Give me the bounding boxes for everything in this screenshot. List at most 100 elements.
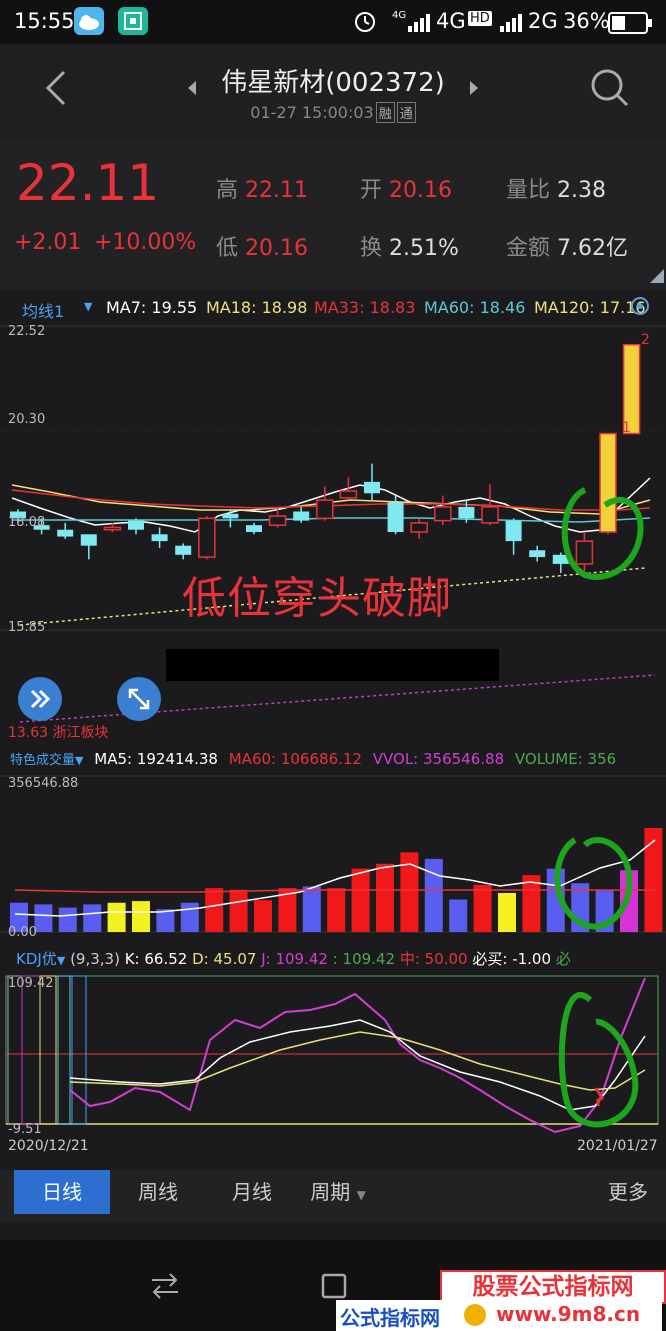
candle-body: [128, 520, 144, 530]
volume-vvol: VVOL: 356546.88: [372, 750, 505, 768]
ma-legend: 均线1 ▼ MA7: 19.55 MA18: 18.98 MA33: 18.83…: [0, 290, 666, 324]
kdj-axis-top: 109.42: [8, 976, 54, 991]
tab-day[interactable]: 日线: [14, 1170, 110, 1214]
volume-axis-bottom: 0.00: [8, 925, 37, 940]
kdj-extra: : 109.42: [332, 950, 396, 968]
kdj-d: D: 45.07: [192, 950, 257, 968]
kdj-mid: 中: 50.00: [399, 950, 468, 968]
candle-body: [246, 525, 262, 533]
expand-arrows-icon: [128, 688, 150, 710]
date-end: 2021/01/27: [577, 1138, 658, 1154]
low-label: 低: [216, 236, 239, 261]
next-stock-icon[interactable]: [468, 80, 480, 100]
volume-bar: [376, 863, 394, 932]
volume-bar: [107, 902, 126, 932]
price-axis-low: 18.08: [8, 515, 46, 530]
switch-app-icon[interactable]: [150, 1272, 180, 1304]
volume-bar: [34, 904, 53, 932]
ma33-value: MA33: 18.83: [314, 298, 416, 317]
candle-body: [57, 529, 74, 537]
tab-more[interactable]: 更多: [596, 1170, 660, 1214]
watermark-top: 股票公式指标网: [440, 1270, 666, 1304]
double-chevron-icon: [30, 689, 51, 709]
kdj-d-line: [69, 1031, 646, 1091]
kdj-params: (9,3,3): [70, 950, 120, 968]
open-label: 开: [360, 178, 383, 203]
stock-title: 伟星新材(002372): [221, 68, 445, 98]
tab-period[interactable]: 周期 ▼: [298, 1170, 378, 1214]
ma-indicator-name[interactable]: 均线1: [22, 298, 64, 322]
candle-body: [505, 520, 522, 542]
high-value: 22.11: [245, 178, 308, 203]
volume-bar: [327, 888, 346, 932]
stock-header: 伟星新材(002372) 01-27 15:00:03 融通: [0, 44, 666, 140]
margin-tag: 融: [375, 102, 395, 123]
period-dropdown-icon: ▼: [356, 1188, 366, 1202]
datetime-text: 01-27 15:00:03: [250, 103, 374, 122]
kdj-legend: KDJ优▼ (9,3,3) K: 66.52 D: 45.07 J: 109.4…: [16, 948, 666, 972]
candle-body: [175, 545, 192, 555]
candle-body: [222, 513, 239, 519]
kdj-axis-bottom: -9.51: [8, 1122, 42, 1137]
page-indicator: [318, 1232, 346, 1247]
signal-icon-2: [500, 12, 528, 36]
candle-body: [599, 432, 617, 533]
ma7-value: MA7: 19.55: [106, 298, 198, 317]
kdj-chart: [5, 975, 659, 1134]
search-icon[interactable]: [590, 68, 630, 112]
candle-body: [151, 534, 168, 542]
volume-bar: [254, 900, 272, 932]
kdj-indicator-name[interactable]: KDJ优: [16, 950, 57, 968]
candle-body: [410, 522, 428, 533]
candle-body: [339, 490, 358, 499]
volume-bar: [351, 868, 370, 932]
below-axis-label: 13.63 浙江板块: [8, 722, 109, 742]
candle-body: [575, 540, 594, 565]
volume-legend: 特色成交量▼ MA5: 192414.38 MA60: 106686.12 VV…: [10, 749, 666, 773]
volume-bar: [449, 899, 468, 932]
kdj-j: J: 109.42: [261, 950, 328, 968]
volume-bar: [132, 901, 150, 932]
settings-icon[interactable]: [628, 294, 652, 322]
volume-ma60: MA60: 106686.12: [228, 750, 362, 768]
battery-icon: [608, 12, 654, 38]
candle-body: [103, 526, 122, 531]
volume-dropdown-icon[interactable]: ▼: [75, 754, 83, 767]
ma60-value: MA60: 18.46: [424, 298, 526, 317]
volume-bar: [498, 893, 516, 932]
chart-canvas: 1 2: [0, 325, 666, 1134]
tab-week[interactable]: 周线: [110, 1170, 206, 1214]
candle-body: [268, 515, 287, 526]
date-start: 2020/12/21: [8, 1138, 89, 1154]
volume-indicator-name[interactable]: 特色成交量: [10, 753, 75, 768]
network-2g: 2G: [528, 9, 558, 33]
handwritten-annotation: 低位穿头破脚: [182, 573, 452, 624]
candle-body: [387, 502, 404, 533]
price-axis-mid: 20.30: [8, 412, 46, 427]
candle-body: [458, 506, 475, 519]
network-4g: 4G: [436, 9, 466, 33]
redacted-bar: [166, 649, 499, 681]
alarm-icon: [352, 8, 378, 38]
high-label: 高: [216, 178, 239, 203]
open-stat: 开 20.16: [360, 172, 452, 204]
weather-icon: [74, 7, 104, 35]
volume-bar: [180, 902, 199, 932]
volume-bar: [644, 828, 663, 932]
volume-bar: [229, 889, 248, 932]
watermark-bottom: 公式指标网 www.9m8.cn: [336, 1300, 662, 1331]
candle-body: [529, 550, 546, 558]
kdj-buy: 必买: -1.00: [472, 950, 552, 968]
sector-label[interactable]: 浙江板块: [53, 725, 109, 741]
ma-dropdown-icon[interactable]: ▼: [84, 300, 92, 313]
ma18-value: MA18: 18.98: [206, 298, 308, 317]
kdj-k-line: [69, 1019, 646, 1111]
expand-panel-button[interactable]: [18, 677, 62, 721]
last-price: 22.11: [16, 154, 160, 212]
turnover-stat: 换 2.51%: [360, 230, 459, 262]
turnover-value: 2.51%: [389, 236, 459, 261]
kdj-k: K: 66.52: [124, 950, 188, 968]
kdj-dropdown-icon[interactable]: ▼: [57, 954, 65, 967]
fullscreen-button[interactable]: [117, 677, 161, 721]
tab-month[interactable]: 月线: [204, 1170, 300, 1214]
